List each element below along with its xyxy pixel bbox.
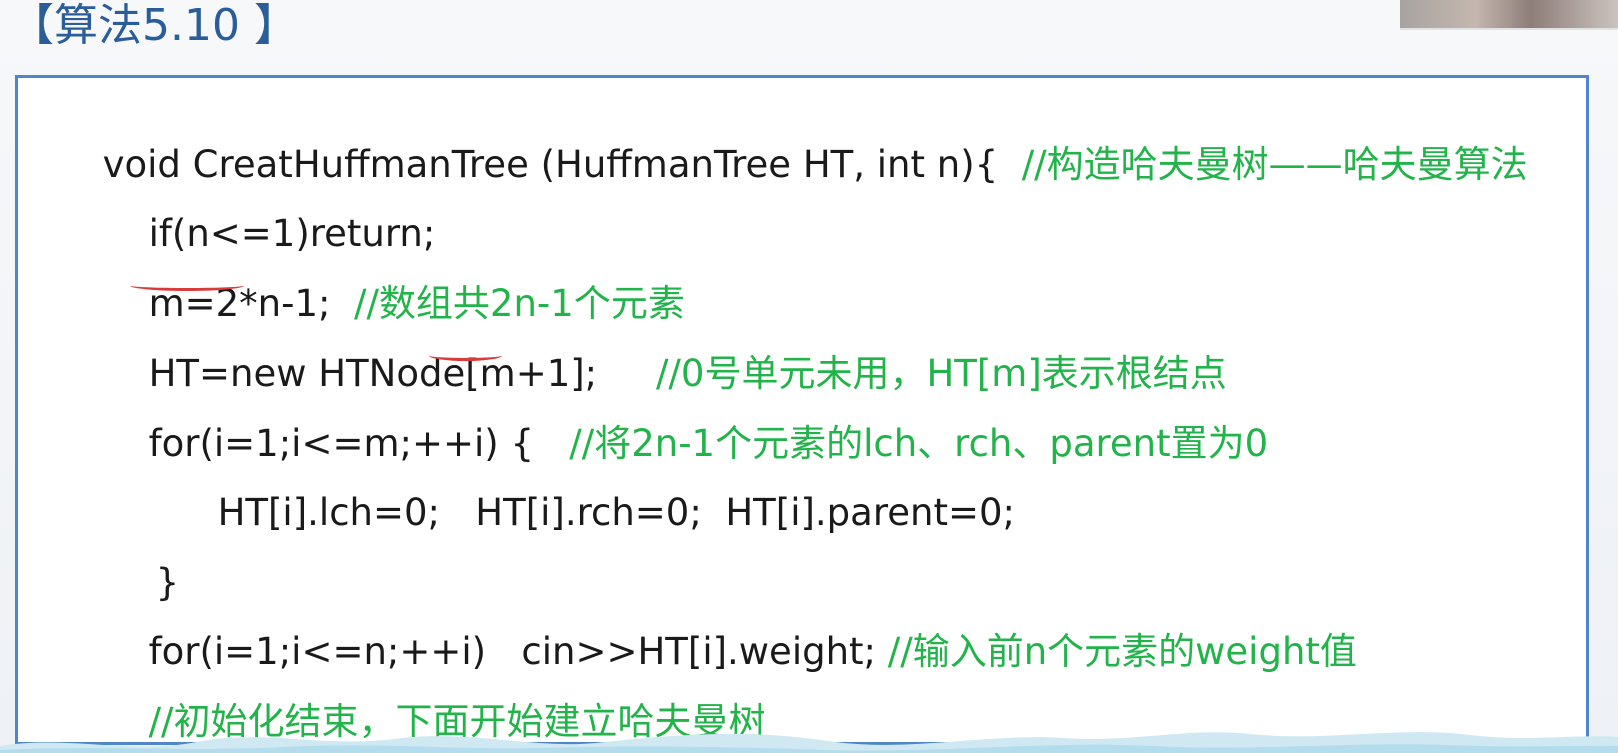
code-line-8-comment: //输入前n个元素的weight值 <box>887 630 1357 673</box>
code-line-1-comment: //构造哈夫曼树——哈夫曼算法 <box>1021 143 1528 186</box>
hand-drawn-underline-2n-1 <box>130 280 244 291</box>
code-line-6: HT[i].lch=0; HT[i].rch=0; HT[i].parent=0… <box>147 453 1015 573</box>
webcam-overlay <box>1400 0 1618 30</box>
decorative-water-wave <box>0 732 1618 753</box>
hand-drawn-underline-m-plus-1 <box>429 350 502 361</box>
code-line-6-code: HT[i].lch=0; HT[i].rch=0; HT[i].parent=0… <box>217 491 1015 534</box>
slide: 【算法5.10 】 void CreatHuffmanTree (Huffman… <box>0 0 1618 753</box>
algorithm-title: 【算法5.10 】 <box>10 0 298 51</box>
code-panel: void CreatHuffmanTree (HuffmanTree HT, i… <box>15 75 1589 745</box>
